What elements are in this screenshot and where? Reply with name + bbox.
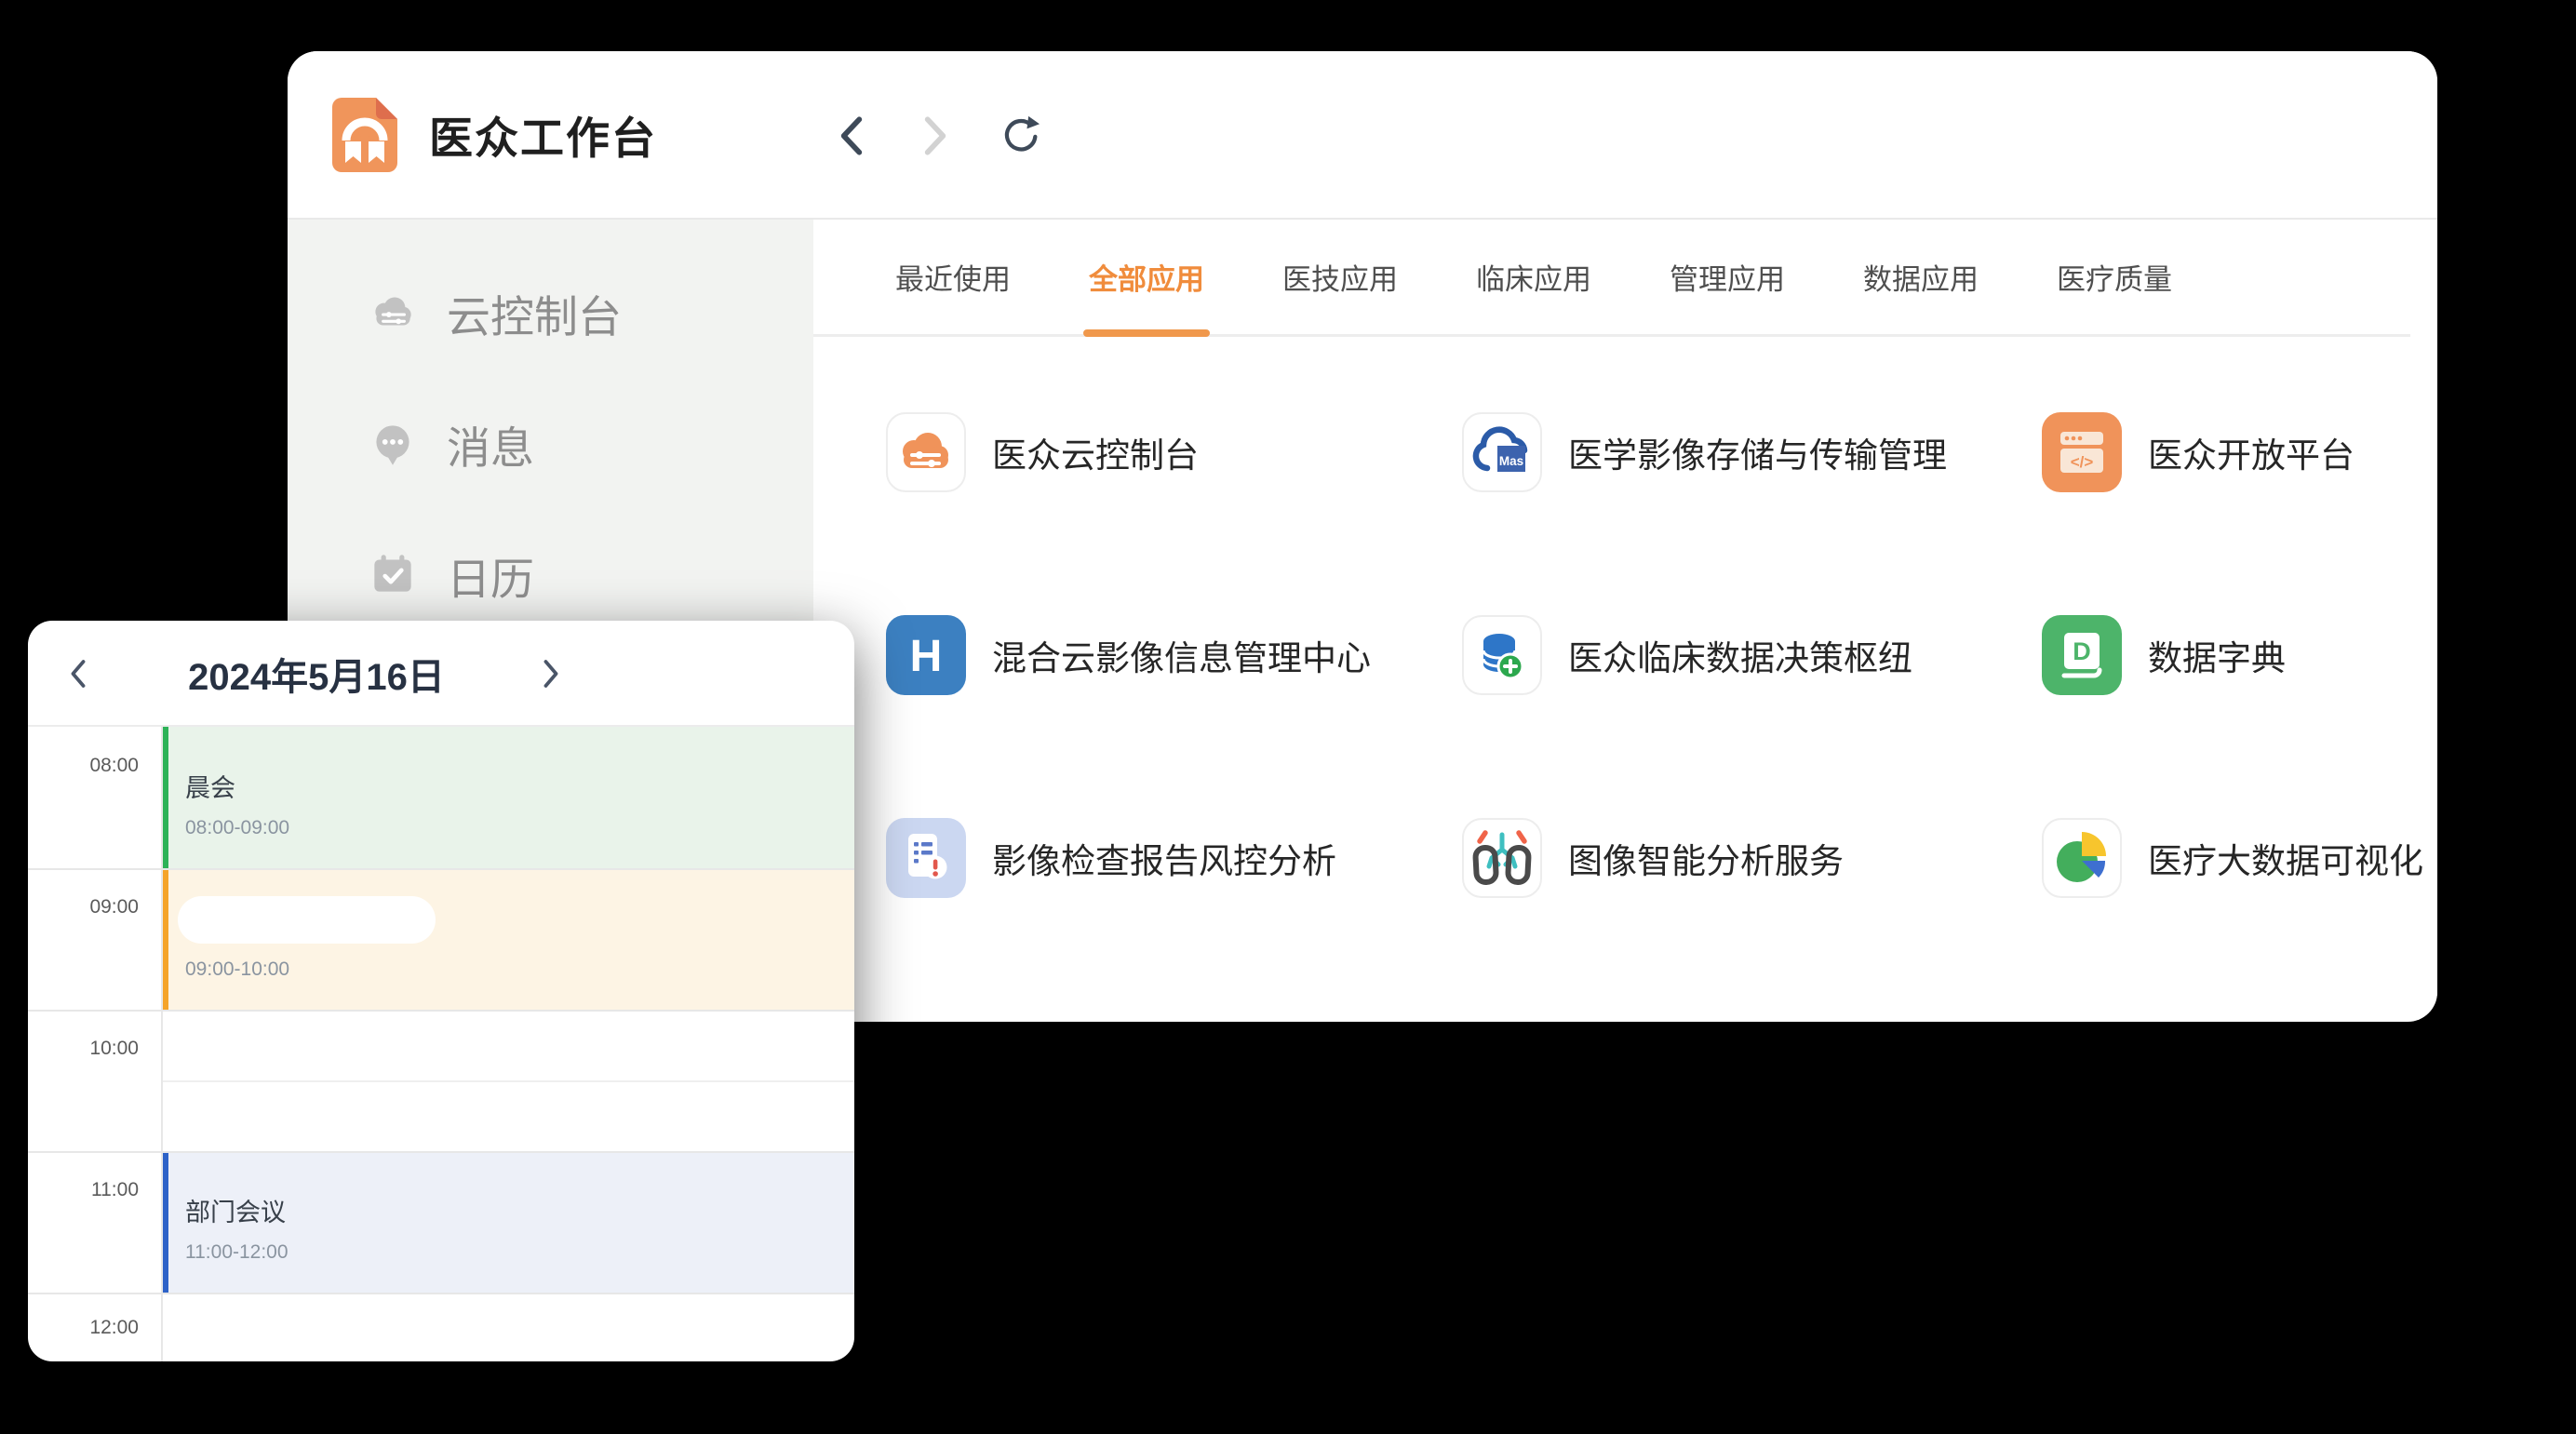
sidebar-item-messages[interactable]: 消息 bbox=[288, 403, 813, 485]
event-time: 09:00-10:00 bbox=[185, 958, 854, 981]
back-button[interactable] bbox=[831, 112, 872, 160]
next-day-button[interactable] bbox=[523, 621, 579, 727]
app-open-platform[interactable]: </> 医众开放平台 bbox=[2042, 412, 2437, 492]
time-column-divider bbox=[161, 727, 163, 1361]
app-report-risk-analysis[interactable]: 影像检查报告风控分析 bbox=[886, 818, 1462, 898]
svg-text:Mas: Mas bbox=[1499, 454, 1523, 468]
tab-clinical-apps[interactable]: 临床应用 bbox=[1476, 220, 1591, 334]
app-label: 医疗大数据可视化 bbox=[2148, 833, 2423, 883]
content-area: 最近使用 全部应用 医技应用 临床应用 管理应用 数据应用 医疗质量 bbox=[813, 220, 2437, 1020]
dictionary-book-icon: D bbox=[2042, 615, 2122, 695]
app-data-dictionary[interactable]: D 数据字典 bbox=[2042, 615, 2437, 695]
app-image-ai-analysis[interactable]: 图像智能分析服务 bbox=[1462, 818, 2042, 898]
database-plus-icon bbox=[1462, 615, 1542, 695]
sidebar-item-cloud-console[interactable]: 云控制台 bbox=[288, 272, 813, 354]
chevron-right-icon bbox=[919, 113, 951, 159]
calendar-icon bbox=[365, 547, 421, 603]
cloud-sliders-icon bbox=[886, 412, 966, 492]
chevron-right-icon bbox=[539, 656, 563, 691]
calendar-date-title: 2024年5月16日 bbox=[149, 621, 484, 727]
cloud-mas-icon: Mas bbox=[1462, 412, 1542, 492]
code-window-icon: </> bbox=[2042, 412, 2122, 492]
svg-text:H: H bbox=[910, 632, 943, 681]
calendar-header: 2024年5月16日 bbox=[28, 621, 854, 727]
svg-text:</>: </> bbox=[2071, 453, 2094, 471]
app-label: 医众临床数据决策枢纽 bbox=[1568, 630, 1912, 680]
previous-day-button[interactable] bbox=[50, 621, 106, 727]
event-department-meeting[interactable]: 部门会议 11:00-12:00 bbox=[161, 1151, 854, 1293]
chevron-left-icon bbox=[66, 656, 90, 691]
app-label: 混合云影像信息管理中心 bbox=[992, 630, 1371, 680]
pie-chart-icon bbox=[2042, 818, 2122, 898]
app-cloud-console[interactable]: 医众云控制台 bbox=[886, 412, 1462, 492]
calendar-schedule: 晨会 08:00-09:00 09:00-10:00 部门会议 11:00-12… bbox=[28, 727, 854, 1361]
refresh-icon bbox=[999, 113, 1040, 159]
sidebar-item-label: 日历 bbox=[447, 543, 534, 608]
app-label: 图像智能分析服务 bbox=[1568, 833, 1844, 883]
app-label: 医学影像存储与传输管理 bbox=[1568, 427, 1947, 477]
desktop-background: 医众工作台 bbox=[0, 0, 2576, 1434]
letter-h-icon: H bbox=[886, 615, 966, 695]
app-grid: 医众云控制台 Mas 医学影像存储与传输管理 bbox=[813, 337, 2437, 1021]
redacted-event-title bbox=[178, 896, 436, 944]
forward-button[interactable] bbox=[915, 112, 956, 160]
event-morning-meeting[interactable]: 晨会 08:00-09:00 bbox=[161, 727, 854, 868]
svg-text:D: D bbox=[2073, 637, 2091, 665]
window-header: 医众工作台 bbox=[288, 51, 2437, 220]
tab-management-apps[interactable]: 管理应用 bbox=[1670, 220, 1785, 334]
sidebar-item-calendar[interactable]: 日历 bbox=[288, 534, 813, 616]
tab-all-apps[interactable]: 全部应用 bbox=[1089, 220, 1204, 334]
app-label: 影像检查报告风控分析 bbox=[992, 833, 1336, 883]
time-label: 09:00 bbox=[28, 896, 161, 918]
time-label: 12:00 bbox=[28, 1317, 161, 1339]
chevron-left-icon bbox=[836, 113, 867, 159]
hour-gridline bbox=[28, 1293, 854, 1294]
app-label: 医众开放平台 bbox=[2148, 427, 2355, 477]
app-logo-icon bbox=[332, 98, 397, 172]
app-clinical-data-hub[interactable]: 医众临床数据决策枢纽 bbox=[1462, 615, 2042, 695]
tab-data-apps[interactable]: 数据应用 bbox=[1863, 220, 1979, 334]
event-title: 晨会 bbox=[185, 768, 854, 804]
tab-quality[interactable]: 医疗质量 bbox=[2057, 220, 2172, 334]
lungs-icon bbox=[1462, 818, 1542, 898]
message-icon bbox=[365, 416, 421, 472]
hour-gridline bbox=[28, 1010, 854, 1012]
app-label: 数据字典 bbox=[2148, 630, 2286, 680]
window-title: 医众工作台 bbox=[429, 102, 657, 167]
tab-bar: 最近使用 全部应用 医技应用 临床应用 管理应用 数据应用 医疗质量 bbox=[813, 220, 2410, 337]
app-bigdata-visualization[interactable]: 医疗大数据可视化 bbox=[2042, 818, 2437, 898]
time-label: 10:00 bbox=[28, 1038, 161, 1060]
time-label: 08:00 bbox=[28, 755, 161, 777]
time-label: 11:00 bbox=[28, 1179, 161, 1201]
app-image-storage[interactable]: Mas 医学影像存储与传输管理 bbox=[1462, 412, 2042, 492]
hour-gridline bbox=[28, 1151, 854, 1153]
event-time: 08:00-09:00 bbox=[185, 817, 854, 839]
hour-gridline bbox=[28, 868, 854, 870]
event-time: 11:00-12:00 bbox=[185, 1241, 854, 1264]
report-alert-icon bbox=[886, 818, 966, 898]
nav-arrows bbox=[831, 51, 1040, 220]
event-redacted[interactable]: 09:00-10:00 bbox=[161, 868, 854, 1010]
tab-recent[interactable]: 最近使用 bbox=[895, 220, 1011, 334]
sidebar-item-label: 云控制台 bbox=[447, 281, 622, 345]
sidebar-item-label: 消息 bbox=[447, 412, 534, 476]
half-hour-gridline bbox=[161, 1080, 854, 1082]
calendar-panel: 2024年5月16日 晨会 08:00-09:00 09:00-10:00 bbox=[28, 621, 854, 1361]
app-label: 医众云控制台 bbox=[992, 427, 1199, 477]
tab-medtech-apps[interactable]: 医技应用 bbox=[1282, 220, 1398, 334]
app-hybrid-cloud-center[interactable]: H 混合云影像信息管理中心 bbox=[886, 615, 1462, 695]
refresh-button[interactable] bbox=[999, 112, 1040, 160]
event-title: 部门会议 bbox=[185, 1192, 854, 1228]
cloud-console-icon bbox=[365, 285, 421, 341]
